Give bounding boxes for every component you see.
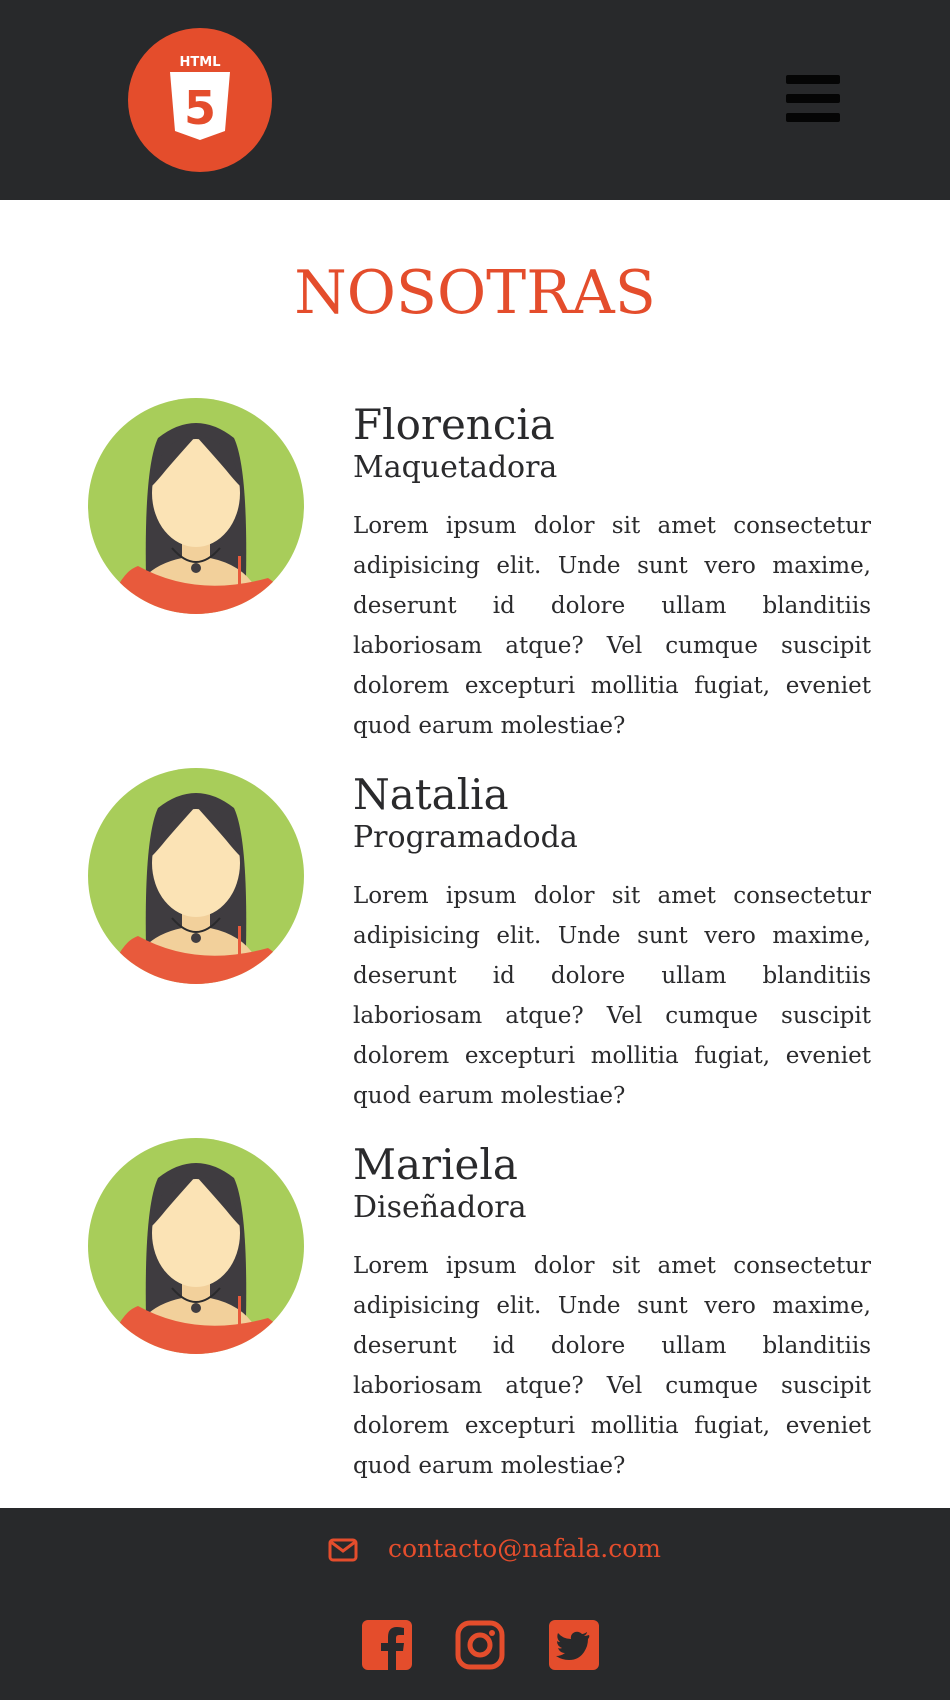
envelope-icon [328, 1538, 358, 1562]
twitter-icon[interactable] [549, 1620, 599, 1670]
woman-avatar-icon [88, 1138, 304, 1354]
facebook-icon[interactable] [362, 1620, 412, 1670]
logo-numeral: 5 [184, 81, 216, 135]
member-name: Natalia [353, 770, 509, 819]
footer: contacto@nafala.com [0, 1508, 950, 1700]
member-card: Florencia Maquetadora Lorem ipsum dolor … [0, 398, 950, 739]
member-name: Florencia [353, 400, 555, 449]
page-title: NOSOTRAS [294, 258, 656, 328]
member-bio: Lorem ipsum dolor sit amet consectetur a… [353, 1253, 871, 1479]
top-navbar: HTML 5 [0, 0, 950, 200]
member-role: Maquetadora [353, 450, 558, 485]
email-link[interactable]: contacto@nafala.com [388, 1534, 661, 1563]
logo-text: HTML [180, 55, 221, 70]
instagram-icon[interactable] [455, 1620, 505, 1670]
woman-avatar-icon [88, 768, 304, 984]
member-bio: Lorem ipsum dolor sit amet consectetur a… [353, 883, 871, 1109]
member-role: Programadoda [353, 820, 578, 855]
member-card: Natalia Programadoda Lorem ipsum dolor s… [0, 768, 950, 1109]
member-role: Diseñadora [353, 1190, 527, 1225]
html5-logo-icon[interactable]: HTML 5 [128, 28, 272, 172]
hamburger-menu-icon[interactable] [786, 73, 840, 123]
member-card: Mariela Diseñadora Lorem ipsum dolor sit… [0, 1138, 950, 1479]
woman-avatar-icon [88, 398, 304, 614]
member-name: Mariela [353, 1140, 518, 1189]
member-bio: Lorem ipsum dolor sit amet consectetur a… [353, 513, 871, 739]
